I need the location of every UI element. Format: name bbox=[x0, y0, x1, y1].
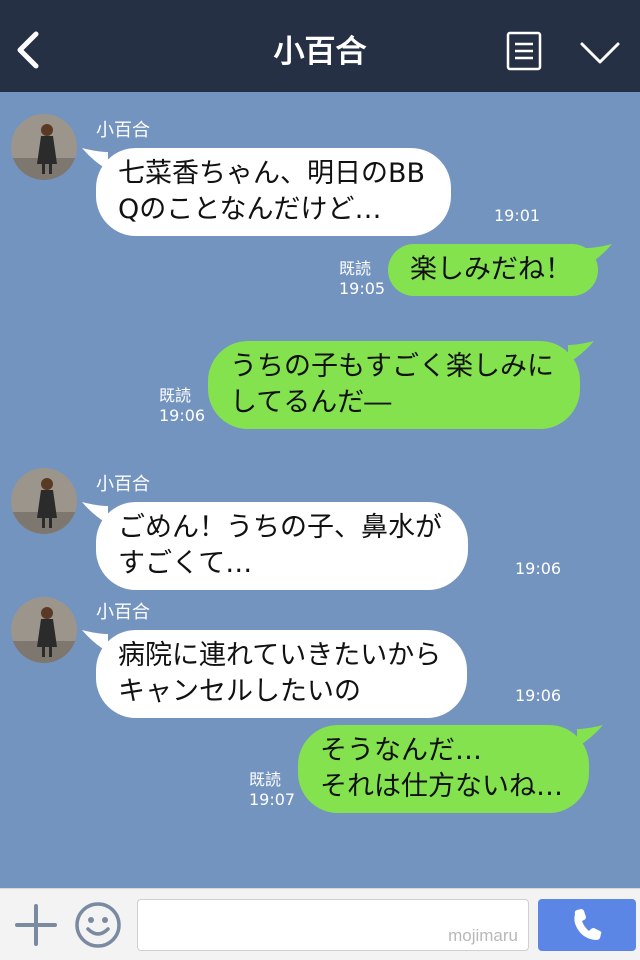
read-receipt: 既読 bbox=[249, 770, 282, 789]
message-text: うちの子もすごく楽しみに してるんだ― bbox=[230, 351, 554, 418]
message-bubble[interactable]: そうなんだ… それは仕方ないね… bbox=[298, 725, 603, 813]
emoji-icon bbox=[75, 902, 121, 948]
chat-header: 小百合 bbox=[0, 0, 640, 92]
message-time: 19:07 bbox=[249, 790, 296, 809]
call-button[interactable] bbox=[538, 899, 636, 951]
plus-icon bbox=[15, 904, 57, 946]
message-bubble[interactable]: 七菜香ちゃん、明日のBB Qのことなんだけど… bbox=[82, 148, 452, 236]
bubble-tail-icon bbox=[82, 630, 108, 652]
bubble-tail-icon bbox=[82, 502, 108, 524]
add-button[interactable] bbox=[14, 903, 58, 947]
menu-button[interactable] bbox=[506, 31, 542, 71]
bubble-tail-icon bbox=[568, 341, 594, 363]
dropdown-button[interactable] bbox=[578, 40, 622, 66]
message-bubble[interactable]: ごめん！うちの子、鼻水が すごくて… bbox=[82, 502, 468, 590]
message-bubble[interactable]: うちの子もすごく楽しみに してるんだ― bbox=[208, 341, 594, 429]
bubble-tail-icon bbox=[82, 148, 108, 170]
input-bar: mojimaru bbox=[0, 888, 640, 960]
message-text: 病院に連れていきたいから キャンセルしたいの bbox=[118, 640, 442, 707]
message-time: 19:05 bbox=[339, 279, 386, 298]
bubble-tail-icon bbox=[577, 725, 603, 747]
chevron-left-icon bbox=[17, 31, 39, 69]
avatar-photo-icon bbox=[11, 597, 77, 663]
sender-name: 小百合 bbox=[96, 120, 150, 141]
menu-icon bbox=[506, 31, 542, 71]
message-input[interactable]: mojimaru bbox=[137, 899, 529, 951]
read-receipt: 既読 bbox=[339, 259, 372, 278]
avatar[interactable] bbox=[11, 597, 77, 663]
message-time: 19:01 bbox=[494, 206, 541, 225]
avatar[interactable] bbox=[11, 114, 77, 180]
chat-area[interactable]: 小百合 七菜香ちゃん、明日のBB Qのことなんだけど… 19:01 既読 19:… bbox=[0, 92, 640, 888]
chat-title: 小百合 bbox=[273, 34, 367, 70]
message-text: そうなんだ… それは仕方ないね… bbox=[320, 735, 563, 802]
avatar-photo-icon bbox=[11, 468, 77, 534]
sender-name: 小百合 bbox=[96, 602, 150, 623]
chevron-down-icon bbox=[580, 42, 620, 64]
sender-name: 小百合 bbox=[96, 474, 150, 495]
message-meta: 既読 19:05 bbox=[339, 259, 385, 299]
message-time: 19:06 bbox=[515, 686, 562, 705]
phone-icon bbox=[574, 909, 602, 940]
message-meta: 既読 19:06 bbox=[159, 386, 205, 426]
avatar-photo-icon bbox=[11, 114, 77, 180]
read-receipt: 既読 bbox=[159, 386, 192, 405]
watermark-text: mojimaru bbox=[448, 926, 518, 945]
message-bubble[interactable]: 楽しみだね！ bbox=[388, 244, 612, 296]
back-button[interactable] bbox=[14, 30, 44, 70]
emoji-button[interactable] bbox=[74, 901, 122, 949]
message-text: 七菜香ちゃん、明日のBB Qのことなんだけど… bbox=[118, 158, 426, 225]
bubble-tail-icon bbox=[586, 244, 612, 266]
message-bubble[interactable]: 病院に連れていきたいから キャンセルしたいの bbox=[82, 630, 468, 718]
message-text: 楽しみだね！ bbox=[410, 254, 572, 285]
message-meta: 既読 19:07 bbox=[249, 770, 295, 810]
message-time: 19:06 bbox=[159, 406, 206, 425]
message-text: ごめん！うちの子、鼻水が すごくて… bbox=[118, 512, 442, 579]
message-time: 19:06 bbox=[515, 559, 562, 578]
avatar[interactable] bbox=[11, 468, 77, 534]
